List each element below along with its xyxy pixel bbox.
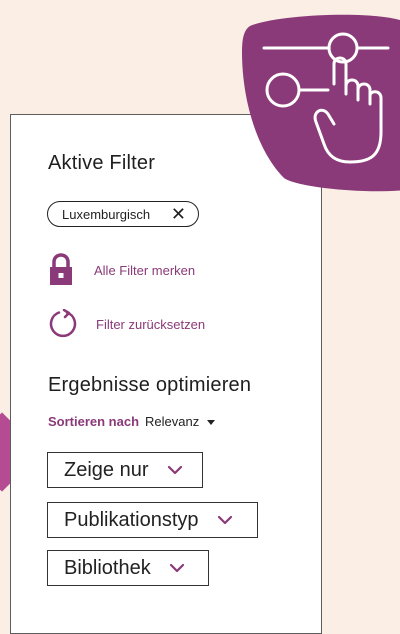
sort-label: Sortieren nach <box>48 414 140 429</box>
reset-filters-action[interactable]: Filter zurücksetzen <box>48 308 205 339</box>
lock-icon <box>48 253 74 287</box>
reset-icon <box>48 308 78 339</box>
filter-slider-hand-icon <box>238 12 400 194</box>
refine-results-title: Ergebnisse optimieren <box>48 374 252 396</box>
filter-chip[interactable]: Luxemburgisch ✕ <box>47 201 199 227</box>
sort-control[interactable]: Sortieren nach Relevanz <box>48 414 216 429</box>
sort-value[interactable]: Relevanz <box>145 414 199 429</box>
chevron-down-icon <box>169 563 184 573</box>
filter-chip-label: Luxemburgisch <box>62 206 151 222</box>
active-filters-title: Aktive Filter <box>48 152 156 174</box>
publication-type-dropdown-label: Publikationstyp <box>64 508 199 531</box>
save-filters-link[interactable]: Alle Filter merken <box>94 263 195 278</box>
show-only-dropdown[interactable]: Zeige nur <box>47 452 203 488</box>
publication-type-dropdown[interactable]: Publikationstyp <box>47 502 258 538</box>
reset-filters-link[interactable]: Filter zurücksetzen <box>96 317 205 332</box>
caret-down-icon[interactable] <box>207 420 216 425</box>
chevron-down-icon <box>167 465 182 475</box>
chevron-down-icon <box>217 515 232 525</box>
close-icon[interactable]: ✕ <box>171 205 186 223</box>
library-dropdown[interactable]: Bibliothek <box>47 550 209 586</box>
library-dropdown-label: Bibliothek <box>64 556 151 579</box>
show-only-dropdown-label: Zeige nur <box>64 458 149 481</box>
save-filters-action[interactable]: Alle Filter merken <box>48 253 195 287</box>
